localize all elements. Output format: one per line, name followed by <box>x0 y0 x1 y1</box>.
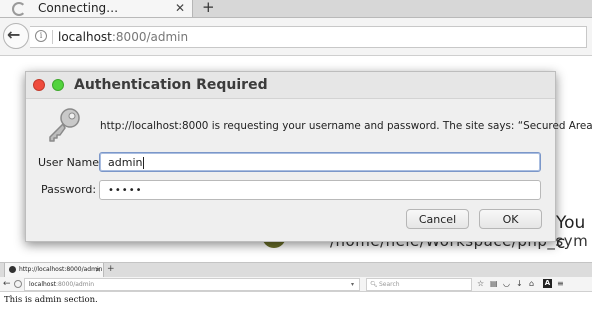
search-placeholder: Search <box>379 281 400 288</box>
key-icon <box>49 108 80 142</box>
back-arrow-icon: ← <box>7 25 21 44</box>
password-label: Password: <box>41 183 97 196</box>
bottom-nav-bar: ← localhost:8000/admin ▾ ↻ 🔍︎ Search ☆ ▤… <box>0 277 592 292</box>
text-caret <box>143 157 145 169</box>
url-path: :8000/admin <box>111 30 189 44</box>
back-button[interactable]: ← <box>3 23 29 49</box>
auth-dialog: Authentication Required http://localhost… <box>25 71 592 242</box>
top-tab-bar: Connecting… ✕ + <box>0 0 592 18</box>
new-tab-button[interactable]: + <box>202 0 215 16</box>
username-value: admin <box>108 156 143 169</box>
info-icon[interactable] <box>14 280 22 288</box>
menu-icon[interactable]: ≡ <box>557 277 564 291</box>
search-input[interactable]: 🔍︎ Search <box>366 278 472 291</box>
url-bar[interactable]: i localhost:8000/admin <box>30 26 587 48</box>
password-value: ••••• <box>108 185 143 196</box>
page-text: This is admin section. <box>4 295 98 305</box>
home-icon[interactable]: ⌂ <box>529 277 534 291</box>
info-icon[interactable]: i <box>35 30 47 42</box>
pocket-icon[interactable]: ◡ <box>503 277 510 291</box>
top-nav-bar: ← i localhost:8000/admin <box>0 18 592 56</box>
close-window-button[interactable] <box>33 79 45 91</box>
url-host: localhost <box>29 281 56 288</box>
cancel-button[interactable]: Cancel <box>406 209 469 229</box>
url-text: localhost:8000/admin <box>58 29 188 45</box>
loading-spinner-icon <box>12 2 26 16</box>
url-separator <box>52 30 53 44</box>
url-bar[interactable]: localhost:8000/admin ▾ ↻ <box>24 278 379 291</box>
bottom-tab-bar: http://localhost:8000/admin ✕ + <box>0 262 592 278</box>
username-label: User Name: <box>38 156 103 169</box>
tab-connecting[interactable]: Connecting… ✕ <box>0 0 193 17</box>
tab-close-icon[interactable]: ✕ <box>175 0 185 16</box>
tab-admin[interactable]: http://localhost:8000/admin ✕ <box>4 263 104 277</box>
password-input[interactable]: ••••• <box>99 180 541 200</box>
url-text: localhost:8000/admin <box>29 279 94 290</box>
bookmark-star-icon[interactable]: ☆ <box>477 277 484 291</box>
ok-button[interactable]: OK <box>479 209 542 229</box>
addon-a-icon[interactable]: A <box>543 279 552 288</box>
dialog-title: Authentication Required <box>74 77 268 93</box>
new-tab-button[interactable]: + <box>107 263 115 276</box>
auth-message: http://localhost:8000 is requesting your… <box>100 120 592 132</box>
maximize-window-button[interactable] <box>52 79 64 91</box>
search-icon: 🔍︎ <box>370 281 378 288</box>
username-input[interactable]: admin <box>99 152 541 172</box>
download-icon[interactable]: ↓ <box>516 277 523 291</box>
page-favicon-icon <box>9 266 16 273</box>
dialog-titlebar[interactable]: Authentication Required <box>26 72 555 99</box>
bottom-page-content: This is admin section. <box>0 292 592 314</box>
tab-title: Connecting… <box>38 1 119 15</box>
url-host: localhost <box>58 30 112 44</box>
tab-close-icon[interactable]: ✕ <box>95 263 101 277</box>
url-path: :8000/admin <box>55 281 95 288</box>
reading-list-icon[interactable]: ▤ <box>490 277 498 291</box>
chevron-down-icon[interactable]: ▾ <box>351 279 354 290</box>
back-button[interactable]: ← <box>3 278 11 290</box>
tab-title: http://localhost:8000/admin <box>19 266 103 273</box>
